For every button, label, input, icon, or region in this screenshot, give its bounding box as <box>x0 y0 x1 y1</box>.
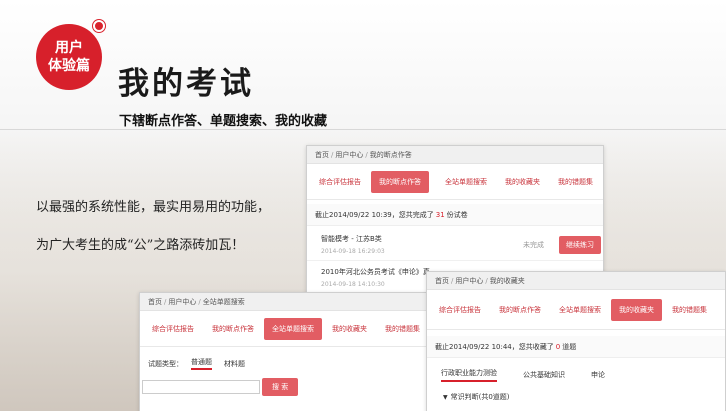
badge-dot-icon <box>93 20 105 32</box>
tab-breakpoint[interactable]: 我的断点作答 <box>491 299 549 321</box>
tab-breakpoint[interactable]: 我的断点作答 <box>371 170 429 193</box>
tab-bar: 综合评估报告 我的断点作答 全站单题搜索 我的收藏夹 我的错题集 <box>307 164 603 200</box>
question-type-label: 试题类型： <box>148 359 183 368</box>
summary-suffix: 道题 <box>562 342 577 351</box>
continue-practice-button[interactable]: 继续练习 <box>559 236 601 254</box>
tab-favorites[interactable]: 我的收藏夹 <box>611 298 662 321</box>
search-button[interactable]: 搜 索 <box>262 378 299 396</box>
page-subtitle: 下辖断点作答、单题搜索、我的收藏 <box>119 114 328 129</box>
breadcrumb-current: 我的收藏夹 <box>489 277 525 285</box>
question-type-row: 试题类型： 普通题 材料题 <box>140 347 438 370</box>
breadcrumb-user-center[interactable]: 用户中心 <box>335 151 363 159</box>
breadcrumb: 首页 / 用户中心 / 全站单题搜索 <box>140 293 438 311</box>
slogan-line1: 以最强的系统性能，最实用易用的功能， <box>36 200 271 215</box>
search-row: 搜 索 <box>140 370 438 396</box>
category-row: ▼ 常识判断(共0道题) <box>427 382 725 402</box>
breadcrumb: 首页 / 用户中心 / 我的断点作答 <box>307 146 603 164</box>
subject-tab-gongji[interactable]: 公共基础知识 <box>523 370 565 380</box>
breadcrumb-current: 我的断点作答 <box>369 151 412 159</box>
tab-search[interactable]: 全站单题搜索 <box>264 317 322 340</box>
summary-prefix: 截止2014/09/22 10:44，您共收藏了 <box>435 342 554 351</box>
badge-line2: 体验篇 <box>48 58 90 74</box>
subject-tabs: 行政职业能力测验 公共基础知识 申论 <box>427 358 725 382</box>
tab-search[interactable]: 全站单题搜索 <box>437 171 495 193</box>
slogan-line2: 为广大考生的成“公”之路添砖加瓦！ <box>36 238 245 253</box>
tab-breakpoint[interactable]: 我的断点作答 <box>204 318 262 340</box>
category-label[interactable]: 常识判断(共0道题) <box>451 392 510 402</box>
badge-line1: 用户 <box>55 40 83 56</box>
breadcrumb-user-center[interactable]: 用户中心 <box>168 298 196 306</box>
tab-search[interactable]: 全站单题搜索 <box>551 299 609 321</box>
subject-tab-shenlun[interactable]: 申论 <box>591 370 605 380</box>
breadcrumb: 首页 / 用户中心 / 我的收藏夹 <box>427 272 725 290</box>
type-option-normal[interactable]: 普通题 <box>191 357 212 370</box>
chevron-down-icon[interactable]: ▼ <box>443 394 448 401</box>
search-panel: 首页 / 用户中心 / 全站单题搜索 综合评估报告 我的断点作答 全站单题搜索 我的收藏… <box>139 292 439 411</box>
summary: 截止2014/09/22 10:44，您共收藏了 0 道题 <box>427 336 725 358</box>
summary-prefix: 截止2014/09/22 10:39，您共完成了 <box>315 210 434 219</box>
tab-bar: 综合评估报告 我的断点作答 全站单题搜索 我的收藏夹 我的错题集 <box>140 311 438 347</box>
summary: 截止2014/09/22 10:39，您共完成了 31 份试卷 <box>307 204 603 226</box>
page: 用户 体验篇 我的考试 下辖断点作答、单题搜索、我的收藏 以最强的系统性能，最实… <box>0 0 726 411</box>
page-title: 我的考试 <box>118 66 254 102</box>
tab-bar: 综合评估报告 我的断点作答 全站单题搜索 我的收藏夹 我的错题集 <box>427 290 725 330</box>
search-input[interactable] <box>142 380 260 394</box>
divider <box>0 129 726 130</box>
tab-report[interactable]: 综合评估报告 <box>311 171 369 193</box>
tab-favorites[interactable]: 我的收藏夹 <box>497 171 548 193</box>
tab-report[interactable]: 综合评估报告 <box>431 299 489 321</box>
subject-tab-xingce[interactable]: 行政职业能力测验 <box>441 368 497 382</box>
summary-suffix: 份试卷 <box>446 210 468 219</box>
summary-count: 31 <box>435 210 445 219</box>
exam-status: 未完成 <box>523 241 544 249</box>
exam-row: 智能模考 - 江苏B类 2014-09-18 16:29:03 未完成 继续练习 <box>307 226 603 260</box>
breadcrumb-current: 全站单题搜索 <box>202 298 245 306</box>
type-option-material[interactable]: 材料题 <box>224 359 245 369</box>
breadcrumb-home[interactable]: 首页 <box>435 277 449 285</box>
user-experience-badge: 用户 体验篇 <box>36 24 102 90</box>
tab-wrong[interactable]: 我的错题集 <box>664 299 715 321</box>
summary-count: 0 <box>555 342 561 351</box>
breadcrumb-user-center[interactable]: 用户中心 <box>455 277 483 285</box>
tab-wrong[interactable]: 我的错题集 <box>377 318 428 340</box>
tab-report[interactable]: 综合评估报告 <box>144 318 202 340</box>
breadcrumb-home[interactable]: 首页 <box>315 151 329 159</box>
breadcrumb-home[interactable]: 首页 <box>148 298 162 306</box>
tab-wrong[interactable]: 我的错题集 <box>550 171 601 193</box>
favorites-panel: 首页 / 用户中心 / 我的收藏夹 综合评估报告 我的断点作答 全站单题搜索 我的收藏夹… <box>426 271 726 411</box>
tab-favorites[interactable]: 我的收藏夹 <box>324 318 375 340</box>
